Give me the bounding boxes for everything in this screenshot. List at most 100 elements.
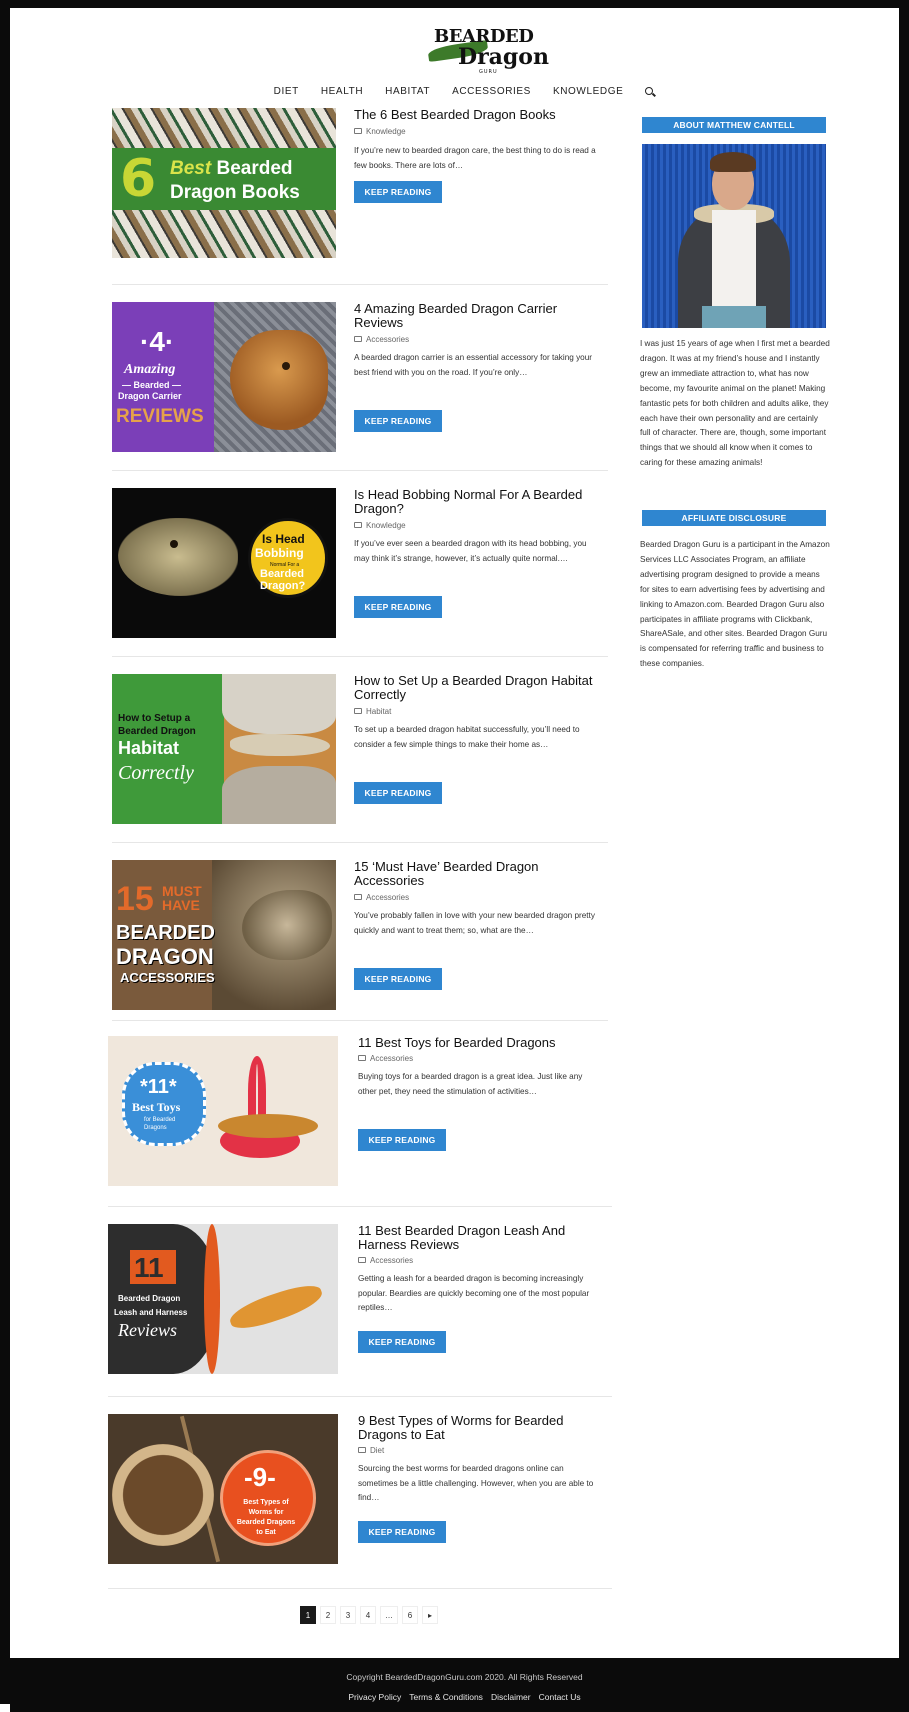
post-category[interactable]: Knowledge <box>354 127 406 136</box>
keep-reading-button[interactable]: KEEP READING <box>354 596 442 618</box>
post-card: 6 Best Bearded Dragon Books The 6 Best B… <box>112 108 608 258</box>
page-2[interactable]: 2 <box>320 1606 336 1624</box>
page-6[interactable]: 6 <box>402 1606 418 1624</box>
thumb-text: Bearded Dragon? <box>260 568 306 592</box>
page-1[interactable]: 1 <box>300 1606 316 1624</box>
keep-reading-button[interactable]: KEEP READING <box>354 782 442 804</box>
author-photo <box>642 144 826 328</box>
thumb-text: Bearded <box>216 158 293 179</box>
post-title[interactable]: How to Set Up a Bearded Dragon Habitat C… <box>354 674 608 702</box>
worms-image: -9- Best Types of Worms for Bearded Drag… <box>108 1414 338 1564</box>
page-frame: BEARDED Dragon GURU DIET HEALTH HABITAT … <box>0 0 909 1712</box>
about-heading: ABOUT MATTHEW CANTELL <box>642 117 826 133</box>
keep-reading-button[interactable]: KEEP READING <box>354 968 442 990</box>
category-label: Knowledge <box>366 521 406 530</box>
thumb-text: ACCESSORIES <box>120 970 215 985</box>
nav-item-knowledge[interactable]: KNOWLEDGE <box>553 86 623 97</box>
category-label: Knowledge <box>366 127 406 136</box>
folder-icon <box>358 1447 366 1453</box>
keep-reading-button[interactable]: KEEP READING <box>358 1129 446 1151</box>
post-category[interactable]: Accessories <box>354 335 409 344</box>
nav-item-health[interactable]: HEALTH <box>321 86 363 97</box>
post-card: 11 Bearded Dragon Leash and Harness Revi… <box>108 1224 604 1374</box>
folder-icon <box>354 522 362 528</box>
thumb-text: 15 <box>116 880 154 918</box>
post-category[interactable]: Accessories <box>358 1054 413 1063</box>
thumb-text: How to Setup a Bearded Dragon <box>118 713 196 737</box>
post-category[interactable]: Habitat <box>354 707 391 716</box>
post-thumbnail[interactable]: 11 Bearded Dragon Leash and Harness Revi… <box>108 1224 338 1374</box>
footer-link-contact[interactable]: Contact Us <box>539 1692 581 1702</box>
post-category[interactable]: Diet <box>358 1446 384 1455</box>
keep-reading-button[interactable]: KEEP READING <box>358 1521 446 1543</box>
post-thumbnail[interactable]: ·4· Amazing — Bearded — Dragon Carrier R… <box>112 302 336 452</box>
post-thumbnail[interactable]: How to Setup a Bearded Dragon Habitat Co… <box>112 674 336 824</box>
folder-icon <box>354 336 362 342</box>
thumb-text: Is Head <box>262 532 305 546</box>
thumb-text: — Bearded — <box>122 380 182 390</box>
post-title[interactable]: 15 ‘Must Have’ Bearded Dragon Accessorie… <box>354 860 608 888</box>
post-thumbnail[interactable]: 6 Best Bearded Dragon Books <box>112 108 336 258</box>
post-category[interactable]: Knowledge <box>354 521 406 530</box>
post-divider <box>108 1396 612 1397</box>
keep-reading-button[interactable]: KEEP READING <box>354 181 442 203</box>
main-nav: DIET HEALTH HABITAT ACCESSORIES KNOWLEDG… <box>10 86 909 97</box>
post-title[interactable]: 11 Best Toys for Bearded Dragons <box>358 1036 612 1050</box>
post-thumbnail[interactable]: 15 MUST HAVE BEARDED DRAGON ACCESSORIES <box>112 860 336 1010</box>
post-thumbnail[interactable]: Is Head Bobbing Normal For a Bearded Dra… <box>112 488 336 638</box>
post-divider <box>112 656 608 657</box>
post-divider <box>112 470 608 471</box>
post-title[interactable]: 9 Best Types of Worms for Bearded Dragon… <box>358 1414 612 1442</box>
footer-link-terms[interactable]: Terms & Conditions <box>409 1692 483 1702</box>
search-icon[interactable] <box>645 87 655 97</box>
nav-item-habitat[interactable]: HABITAT <box>385 86 430 97</box>
thumb-text: Best Toys <box>132 1100 181 1114</box>
logo-line-3: GURU <box>479 69 498 75</box>
post-excerpt: To set up a bearded dragon habitat succe… <box>354 725 580 749</box>
pagination: 1 2 3 4 … 6 ▸ <box>300 1606 438 1624</box>
accessories-image: 15 MUST HAVE BEARDED DRAGON ACCESSORIES <box>112 860 336 1010</box>
footer-link-disclaimer[interactable]: Disclaimer <box>491 1692 531 1702</box>
post-excerpt: Getting a leash for a bearded dragon is … <box>358 1274 590 1312</box>
category-label: Accessories <box>366 335 410 344</box>
post-thumbnail[interactable]: -9- Best Types of Worms for Bearded Drag… <box>108 1414 338 1564</box>
post-card: -9- Best Types of Worms for Bearded Drag… <box>108 1414 604 1564</box>
nav-item-accessories[interactable]: ACCESSORIES <box>452 86 531 97</box>
next-page-icon[interactable]: ▸ <box>422 1606 438 1624</box>
post-category[interactable]: Accessories <box>358 1256 413 1265</box>
thumb-text: Best <box>170 158 212 179</box>
post-divider <box>112 842 608 843</box>
category-label: Accessories <box>370 1256 414 1265</box>
folder-icon <box>354 128 362 134</box>
thumb-text: *11* <box>140 1076 177 1098</box>
post-title[interactable]: The 6 Best Bearded Dragon Books <box>354 108 608 122</box>
post-category[interactable]: Accessories <box>354 893 409 902</box>
category-label: Diet <box>370 1446 385 1455</box>
post-divider <box>108 1588 612 1589</box>
affiliate-disclosure-heading: AFFILIATE DISCLOSURE <box>642 510 826 526</box>
page-3[interactable]: 3 <box>340 1606 356 1624</box>
post-title[interactable]: 11 Best Bearded Dragon Leash And Harness… <box>358 1224 612 1252</box>
category-label: Habitat <box>366 707 392 716</box>
carrier-image: ·4· Amazing — Bearded — Dragon Carrier R… <box>112 302 336 452</box>
keep-reading-button[interactable]: KEEP READING <box>354 410 442 432</box>
keep-reading-button[interactable]: KEEP READING <box>358 1331 446 1353</box>
thumb-text: 6 <box>120 149 157 209</box>
category-label: Accessories <box>366 893 410 902</box>
post-card: *11* Best Toys for Bearded Dragons 11 Be… <box>108 1036 604 1186</box>
thumb-text: for Bearded Dragons <box>144 1117 176 1131</box>
folder-icon <box>354 708 362 714</box>
logo-line-2: Dragon <box>458 44 549 70</box>
books-image: 6 Best Bearded Dragon Books <box>112 108 336 258</box>
nav-item-diet[interactable]: DIET <box>274 86 299 97</box>
thumb-text: MUST HAVE <box>162 883 202 913</box>
leash-image: 11 Bearded Dragon Leash and Harness Revi… <box>108 1224 338 1374</box>
post-thumbnail[interactable]: *11* Best Toys for Bearded Dragons <box>108 1036 338 1186</box>
page-4[interactable]: 4 <box>360 1606 376 1624</box>
habitat-image: How to Setup a Bearded Dragon Habitat Co… <box>112 674 336 824</box>
post-title[interactable]: Is Head Bobbing Normal For A Bearded Dra… <box>354 488 608 516</box>
footer-link-privacy[interactable]: Privacy Policy <box>348 1692 401 1702</box>
footer-links: Privacy Policy Terms & Conditions Discla… <box>10 1692 909 1702</box>
post-title[interactable]: 4 Amazing Bearded Dragon Carrier Reviews <box>354 302 608 330</box>
site-logo[interactable]: BEARDED Dragon GURU <box>420 18 549 75</box>
